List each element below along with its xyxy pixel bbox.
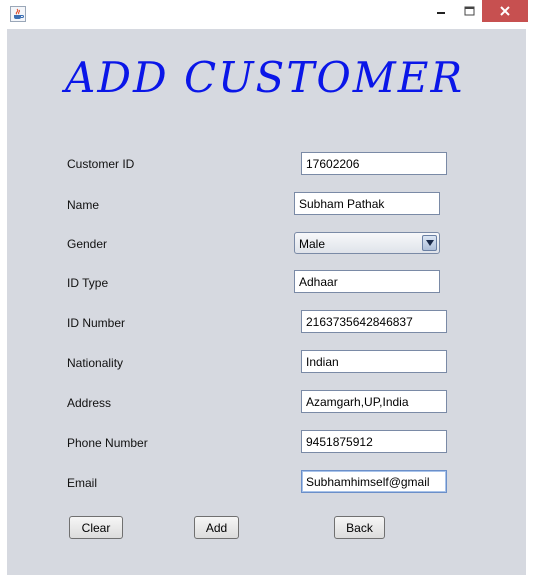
minimize-button[interactable] <box>428 0 454 22</box>
page-title: ADD CUSTOMER <box>65 53 465 102</box>
phone-label: Phone Number <box>67 436 148 450</box>
id-type-field[interactable] <box>294 270 440 293</box>
back-button[interactable]: Back <box>334 516 385 539</box>
address-field[interactable] <box>301 390 447 413</box>
name-field[interactable] <box>294 192 440 215</box>
nationality-field[interactable] <box>301 350 447 373</box>
dropdown-arrow-button[interactable] <box>422 235 437 251</box>
add-button[interactable]: Add <box>194 516 239 539</box>
id-number-label: ID Number <box>67 316 126 330</box>
gender-label: Gender <box>67 237 108 251</box>
maximize-icon <box>464 6 474 16</box>
nationality-label: Nationality <box>67 356 124 370</box>
clear-button[interactable]: Clear <box>69 516 123 539</box>
customer-id-field[interactable] <box>301 152 447 175</box>
address-label: Address <box>67 396 112 410</box>
gender-selected-value: Male <box>299 237 326 251</box>
name-label: Name <box>67 198 100 212</box>
java-cup-icon[interactable] <box>10 6 26 22</box>
phone-field[interactable] <box>301 430 447 453</box>
chevron-down-icon <box>425 240 434 246</box>
customer-id-label: Customer ID <box>67 157 135 171</box>
close-button[interactable] <box>482 0 528 22</box>
gender-select[interactable]: Male <box>294 232 440 254</box>
email-field[interactable] <box>301 470 447 493</box>
id-type-label: ID Type <box>67 276 109 290</box>
title-bar[interactable] <box>0 0 533 28</box>
form-panel: ADD CUSTOMER Customer ID Name Gender Mal… <box>7 29 526 575</box>
add-customer-window: ADD CUSTOMER Customer ID Name Gender Mal… <box>0 0 533 581</box>
id-number-field[interactable] <box>301 310 447 333</box>
minimize-icon <box>437 12 445 14</box>
email-label: Email <box>67 476 98 490</box>
close-icon <box>500 6 510 16</box>
maximize-button[interactable] <box>456 0 482 22</box>
